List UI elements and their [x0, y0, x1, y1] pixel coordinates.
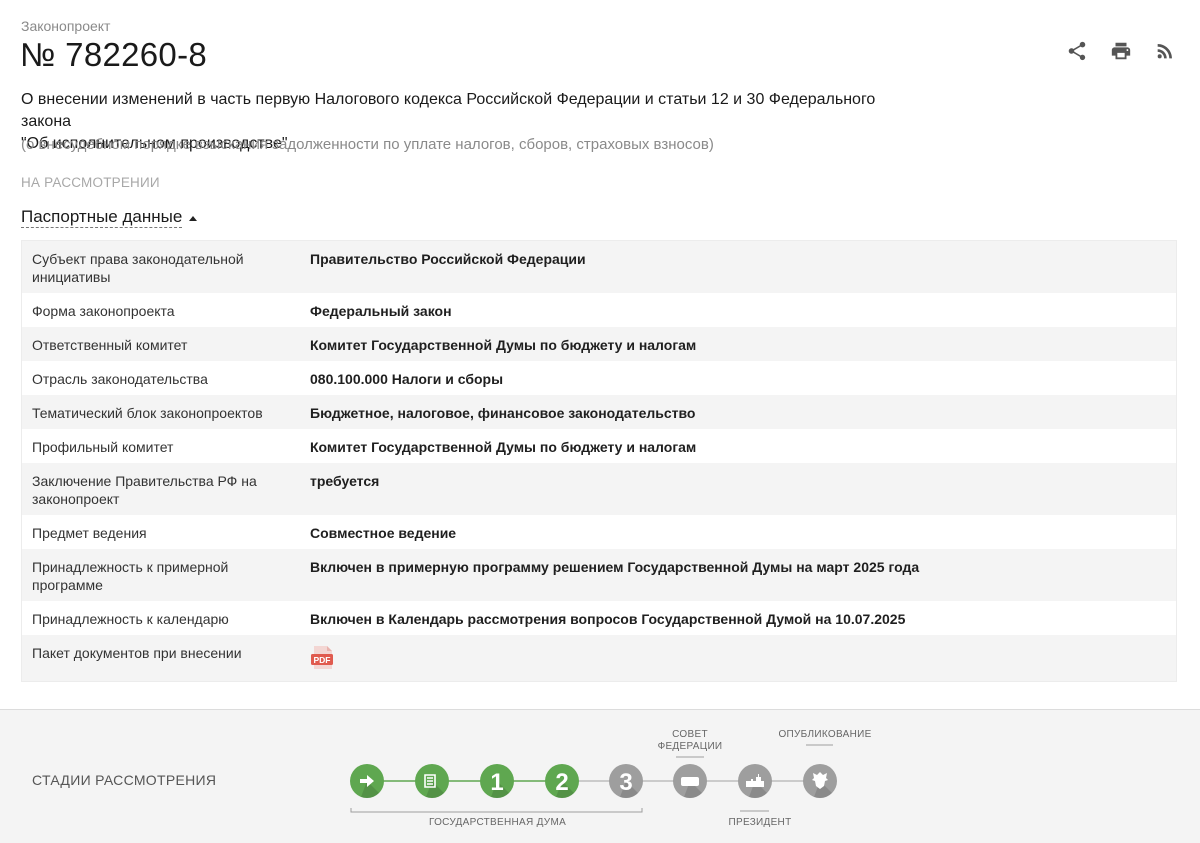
table-row: Субъект права законодательной инициативы…: [22, 241, 1176, 293]
bill-title-line-1: О внесении изменений в часть первую Нало…: [21, 91, 876, 130]
bill-subtitle: (о внесудебном порядке взыскания задолже…: [21, 136, 714, 153]
pdf-file-icon[interactable]: PDF: [310, 645, 336, 671]
passport-value: PDF: [310, 644, 1176, 681]
passport-table: Субъект права законодательной инициативы…: [21, 240, 1177, 682]
passport-key: Пакет документов при внесении: [32, 645, 242, 661]
passport-key: Принадлежность к примерной программе: [32, 559, 229, 593]
pdf-file-label: PDF: [314, 655, 331, 665]
passport-value: Правительство Российской Федерации: [310, 251, 586, 267]
president-label: ПРЕЗИДЕНТ: [728, 817, 792, 828]
stages-panel: СТАДИИ РАССМОТРЕНИЯ 123 СОВЕТ ФЕДЕРАЦИИ …: [0, 709, 1200, 843]
passport-value: Включен в примерную программу решением Г…: [310, 559, 920, 575]
passport-value: Федеральный закон: [310, 303, 452, 319]
passport-key: Профильный комитет: [32, 439, 174, 455]
table-row: Форма законопроекта Федеральный закон: [22, 293, 1176, 327]
federation-council-icon: [681, 777, 699, 786]
table-row: Ответственный комитет Комитет Государстве…: [22, 327, 1176, 361]
caret-up-icon: [189, 215, 198, 221]
stage-number: 1: [490, 769, 503, 796]
passport-key: Заключение Правительства РФ на законопро…: [32, 473, 257, 507]
passport-value: Совместное ведение: [310, 525, 457, 541]
table-row: Принадлежность к примерной программе Вклю…: [22, 549, 1176, 601]
passport-value: Комитет Государственной Думы по бюджету …: [310, 439, 697, 455]
table-row: Пакет документов при внесении PDF: [22, 635, 1176, 681]
bill-number: № 782260-8: [20, 36, 208, 73]
table-row: Заключение Правительства РФ на законопро…: [22, 463, 1176, 515]
duma-bracket: [350, 808, 643, 813]
table-row: Профильный комитет Комитет Государственно…: [22, 429, 1176, 463]
passport-key: Субъект права законодательной инициативы: [32, 251, 244, 285]
table-row: Тематический блок законопроектов Бюджетно…: [22, 395, 1176, 429]
publication-label: ОПУБЛИКОВАНИЕ: [778, 729, 872, 740]
passport-toggle[interactable]: Паспортные данные: [21, 207, 198, 228]
status-badge: НА РАССМОТРЕНИИ: [21, 175, 160, 190]
share-icon[interactable]: [1066, 40, 1088, 62]
passport-toggle-label: Паспортные данные: [21, 207, 183, 228]
table-row: Предмет ведения Совместное ведение: [22, 515, 1176, 549]
passport-key: Ответственный комитет: [32, 337, 188, 353]
table-row: Принадлежность к календарю Включен в Кале…: [22, 601, 1176, 635]
stage-number: 2: [555, 769, 568, 796]
sovet-label: СОВЕТ ФЕДЕРАЦИИ: [640, 729, 740, 753]
passport-key: Предмет ведения: [32, 525, 147, 541]
passport-value: Бюджетное, налоговое, финансовое законод…: [310, 405, 696, 421]
passport-value: требуется: [310, 473, 380, 489]
passport-key: Форма законопроекта: [32, 303, 175, 319]
stage-number: 3: [619, 769, 632, 796]
print-icon[interactable]: [1110, 40, 1132, 62]
table-row: Отрасль законодательства 080.100.000 Нало…: [22, 361, 1176, 395]
bill-kicker: Законопроект: [21, 18, 111, 34]
rss-icon[interactable]: [1154, 40, 1176, 62]
passport-key: Принадлежность к календарю: [32, 611, 229, 627]
sovet-label-line-1: СОВЕТ: [672, 729, 708, 740]
duma-label: ГОСУДАРСТВЕННАЯ ДУМА: [428, 817, 567, 828]
passport-value: 080.100.000 Налоги и сборы: [310, 371, 504, 387]
passport-key: Тематический блок законопроектов: [32, 405, 263, 421]
passport-value: Комитет Государственной Думы по бюджету …: [310, 337, 697, 353]
passport-key: Отрасль законодательства: [32, 371, 208, 387]
passport-value: Включен в Календарь рассмотрения вопросо…: [310, 611, 906, 627]
header-actions: [1066, 40, 1176, 62]
sovet-label-line-2: ФЕДЕРАЦИИ: [657, 741, 723, 752]
